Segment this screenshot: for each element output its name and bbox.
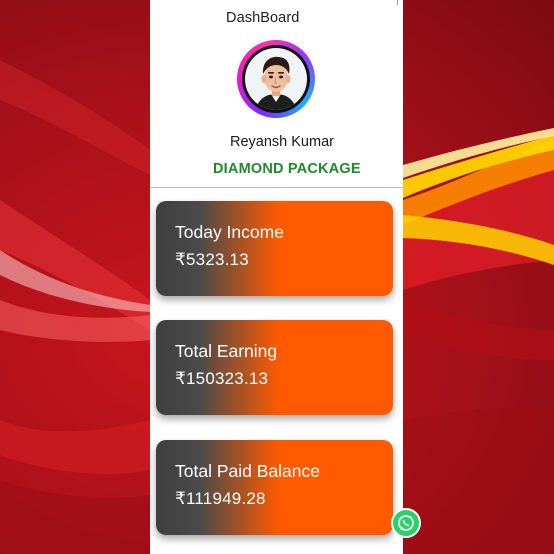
card-label: Today Income <box>175 222 284 242</box>
card-label: Total Paid Balance <box>175 461 320 481</box>
scroll-indicator <box>397 0 398 5</box>
card-label: Total Earning <box>175 341 278 361</box>
total-paid-balance-card[interactable]: Total Paid Balance ₹111949.28 <box>156 440 393 535</box>
card-value: ₹111949.28 <box>175 489 266 508</box>
avatar-frame <box>242 45 310 113</box>
today-income-card[interactable]: Today Income ₹5323.13 <box>156 201 393 296</box>
divider <box>150 187 403 188</box>
card-value: ₹5323.13 <box>175 250 249 269</box>
dashboard-panel: DashBoard Reyansh Kumar DIAMOND PACKAGE … <box>150 0 403 554</box>
package-badge: DIAMOND PACKAGE <box>213 161 361 177</box>
card-value: ₹150323.13 <box>175 369 269 388</box>
avatar[interactable] <box>237 40 315 118</box>
user-avatar-icon <box>245 48 307 110</box>
user-name: Reyansh Kumar <box>230 134 334 150</box>
total-earning-card[interactable]: Total Earning ₹150323.13 <box>156 320 393 415</box>
whatsapp-icon[interactable] <box>391 508 421 538</box>
page-title: DashBoard <box>226 10 300 26</box>
